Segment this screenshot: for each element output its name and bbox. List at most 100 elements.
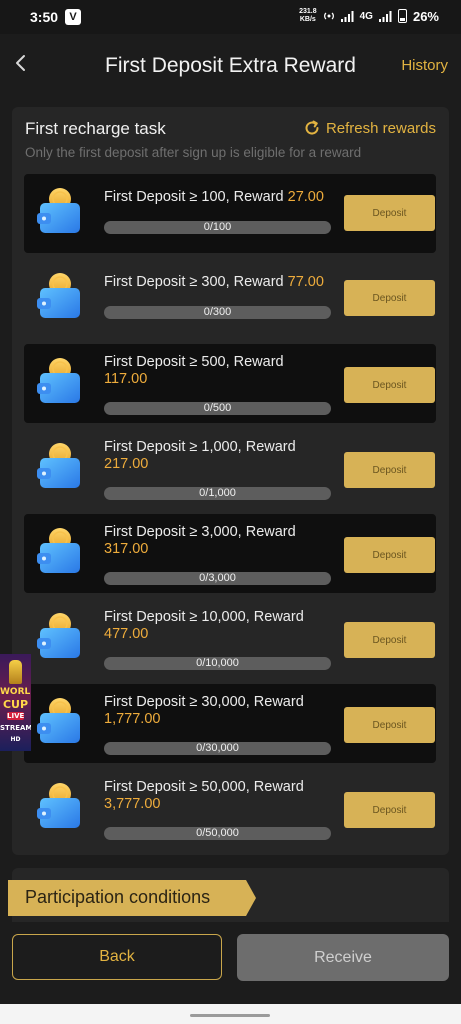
history-link[interactable]: History: [401, 57, 448, 74]
app-notification-icon: V: [65, 9, 81, 25]
task-description: First Deposit ≥ 100, Reward 27.00: [104, 189, 334, 206]
status-bar: 3:50 V 231.8 KB/s 4G 26%: [0, 0, 461, 34]
task-row: First Deposit ≥ 300, Reward 77.00 0/300 …: [24, 259, 436, 338]
task-progress-bar: 0/100: [104, 221, 331, 234]
refresh-rewards-button[interactable]: Refresh rewards: [303, 119, 436, 137]
task-condition: First Deposit ≥ 30,000, Reward: [104, 694, 304, 710]
task-description: First Deposit ≥ 1,000, Reward 217.00: [104, 439, 334, 473]
badge-line-hd: HD: [10, 736, 21, 743]
task-description: First Deposit ≥ 300, Reward 77.00: [104, 274, 334, 291]
participation-title: Participation conditions: [25, 887, 211, 907]
battery-icon: [397, 9, 407, 23]
task-condition: First Deposit ≥ 50,000, Reward: [104, 779, 304, 795]
task-description: First Deposit ≥ 30,000, Reward 1,777.00: [104, 694, 334, 728]
task-reward-amount: 477.00: [104, 626, 149, 642]
badge-line-world: WORLD: [0, 687, 31, 697]
signal-icon: [340, 10, 354, 22]
network-speed-value: 231.8: [299, 8, 317, 15]
receive-button[interactable]: Receive: [237, 934, 449, 981]
task-progress-label: 0/3,000: [199, 572, 236, 584]
task-reward-amount: 77.00: [287, 274, 324, 290]
wallet-coin-icon: [37, 783, 80, 828]
task-reward-amount: 217.00: [104, 456, 149, 472]
wallet-coin-icon: [37, 358, 80, 403]
task-row: First Deposit ≥ 10,000, Reward 477.00 0/1…: [24, 599, 436, 678]
badge-line-live: LIVE: [7, 712, 25, 720]
task-progress-label: 0/30,000: [196, 742, 239, 754]
wallet-coin-icon: [37, 273, 80, 318]
deposit-button[interactable]: Deposit: [344, 195, 435, 231]
task-condition: First Deposit ≥ 500, Reward: [104, 354, 284, 370]
task-progress-label: 0/300: [203, 306, 232, 318]
hotspot-icon: [323, 12, 334, 20]
task-progress-bar: 0/500: [104, 402, 331, 415]
task-list: First Deposit ≥ 100, Reward 27.00 0/100 …: [24, 174, 436, 854]
task-section-subtitle: Only the first deposit after sign up is …: [25, 145, 362, 160]
home-indicator[interactable]: [190, 1014, 270, 1017]
deposit-button[interactable]: Deposit: [344, 537, 435, 573]
wallet-coin-icon: [37, 188, 80, 233]
status-time: 3:50: [30, 9, 59, 25]
task-condition: First Deposit ≥ 3,000, Reward: [104, 524, 296, 540]
deposit-button[interactable]: Deposit: [344, 367, 435, 403]
refresh-rewards-label: Refresh rewards: [325, 119, 436, 137]
task-row: First Deposit ≥ 30,000, Reward 1,777.00 0…: [24, 684, 436, 763]
wallet-coin-icon: [37, 443, 80, 488]
task-progress-bar: 0/300: [104, 306, 331, 319]
task-row: First Deposit ≥ 500, Reward 117.00 0/500 …: [24, 344, 436, 423]
task-description: First Deposit ≥ 3,000, Reward 317.00: [104, 524, 334, 558]
deposit-button[interactable]: Deposit: [344, 792, 435, 828]
task-reward-amount: 117.00: [104, 371, 148, 387]
deposit-button[interactable]: Deposit: [344, 707, 435, 743]
task-description: First Deposit ≥ 500, Reward 117.00: [104, 354, 334, 388]
task-row: First Deposit ≥ 1,000, Reward 217.00 0/1,…: [24, 429, 436, 508]
task-progress-label: 0/100: [203, 221, 232, 233]
system-nav-bar: [0, 1004, 461, 1024]
back-button[interactable]: Back: [12, 934, 222, 980]
task-progress-label: 0/50,000: [196, 827, 239, 839]
deposit-button[interactable]: Deposit: [344, 280, 435, 316]
task-condition: First Deposit ≥ 1,000, Reward: [104, 439, 296, 455]
status-indicators: 231.8 KB/s 4G 26%: [299, 8, 439, 24]
badge-line-stream: STREAM: [0, 724, 31, 732]
task-condition: First Deposit ≥ 10,000, Reward: [104, 609, 304, 625]
network-speed-unit: KB/s: [299, 16, 316, 23]
task-panel: First recharge task Refresh rewards Only…: [12, 107, 449, 855]
task-row: First Deposit ≥ 100, Reward 27.00 0/100 …: [24, 174, 436, 253]
badge-line-cup: CUP: [2, 698, 29, 711]
page-title: First Deposit Extra Reward: [105, 54, 356, 77]
task-row: First Deposit ≥ 3,000, Reward 317.00 0/3,…: [24, 514, 436, 593]
network-type: 4G: [359, 10, 373, 22]
task-reward-amount: 317.00: [104, 541, 149, 557]
world-cup-live-stream-badge[interactable]: WORLD CUP LIVE STREAM HD: [0, 654, 31, 751]
task-description: First Deposit ≥ 10,000, Reward 477.00: [104, 609, 334, 643]
deposit-button[interactable]: Deposit: [344, 452, 435, 488]
bottom-action-bar: Back Receive: [0, 922, 461, 1002]
task-progress-bar: 0/3,000: [104, 572, 331, 585]
task-reward-amount: 3,777.00: [104, 796, 161, 812]
task-reward-amount: 27.00: [287, 189, 324, 205]
network-speed: 231.8 KB/s: [299, 8, 317, 24]
task-condition: First Deposit ≥ 100, Reward: [104, 189, 288, 205]
task-progress-bar: 0/50,000: [104, 827, 331, 840]
deposit-button[interactable]: Deposit: [344, 622, 435, 658]
task-reward-amount: 1,777.00: [104, 711, 161, 727]
wallet-coin-icon: [37, 528, 80, 573]
task-progress-label: 0/1,000: [199, 487, 236, 499]
task-row: First Deposit ≥ 50,000, Reward 3,777.00 0…: [24, 769, 436, 848]
trophy-icon: [9, 660, 22, 684]
header: First Deposit Extra Reward History: [0, 34, 461, 96]
task-condition: First Deposit ≥ 300, Reward: [104, 274, 288, 290]
refresh-icon: [305, 120, 319, 135]
task-progress-bar: 0/30,000: [104, 742, 331, 755]
task-progress-label: 0/10,000: [196, 657, 239, 669]
task-section-title: First recharge task: [25, 119, 166, 138]
task-progress-label: 0/500: [203, 402, 232, 414]
task-description: First Deposit ≥ 50,000, Reward 3,777.00: [104, 779, 334, 813]
battery-level: 26%: [412, 8, 439, 24]
task-progress-bar: 0/1,000: [104, 487, 331, 500]
signal-icon-2: [378, 10, 392, 22]
task-progress-bar: 0/10,000: [104, 657, 331, 670]
wallet-coin-icon: [37, 613, 80, 658]
wallet-coin-icon: [37, 698, 80, 743]
